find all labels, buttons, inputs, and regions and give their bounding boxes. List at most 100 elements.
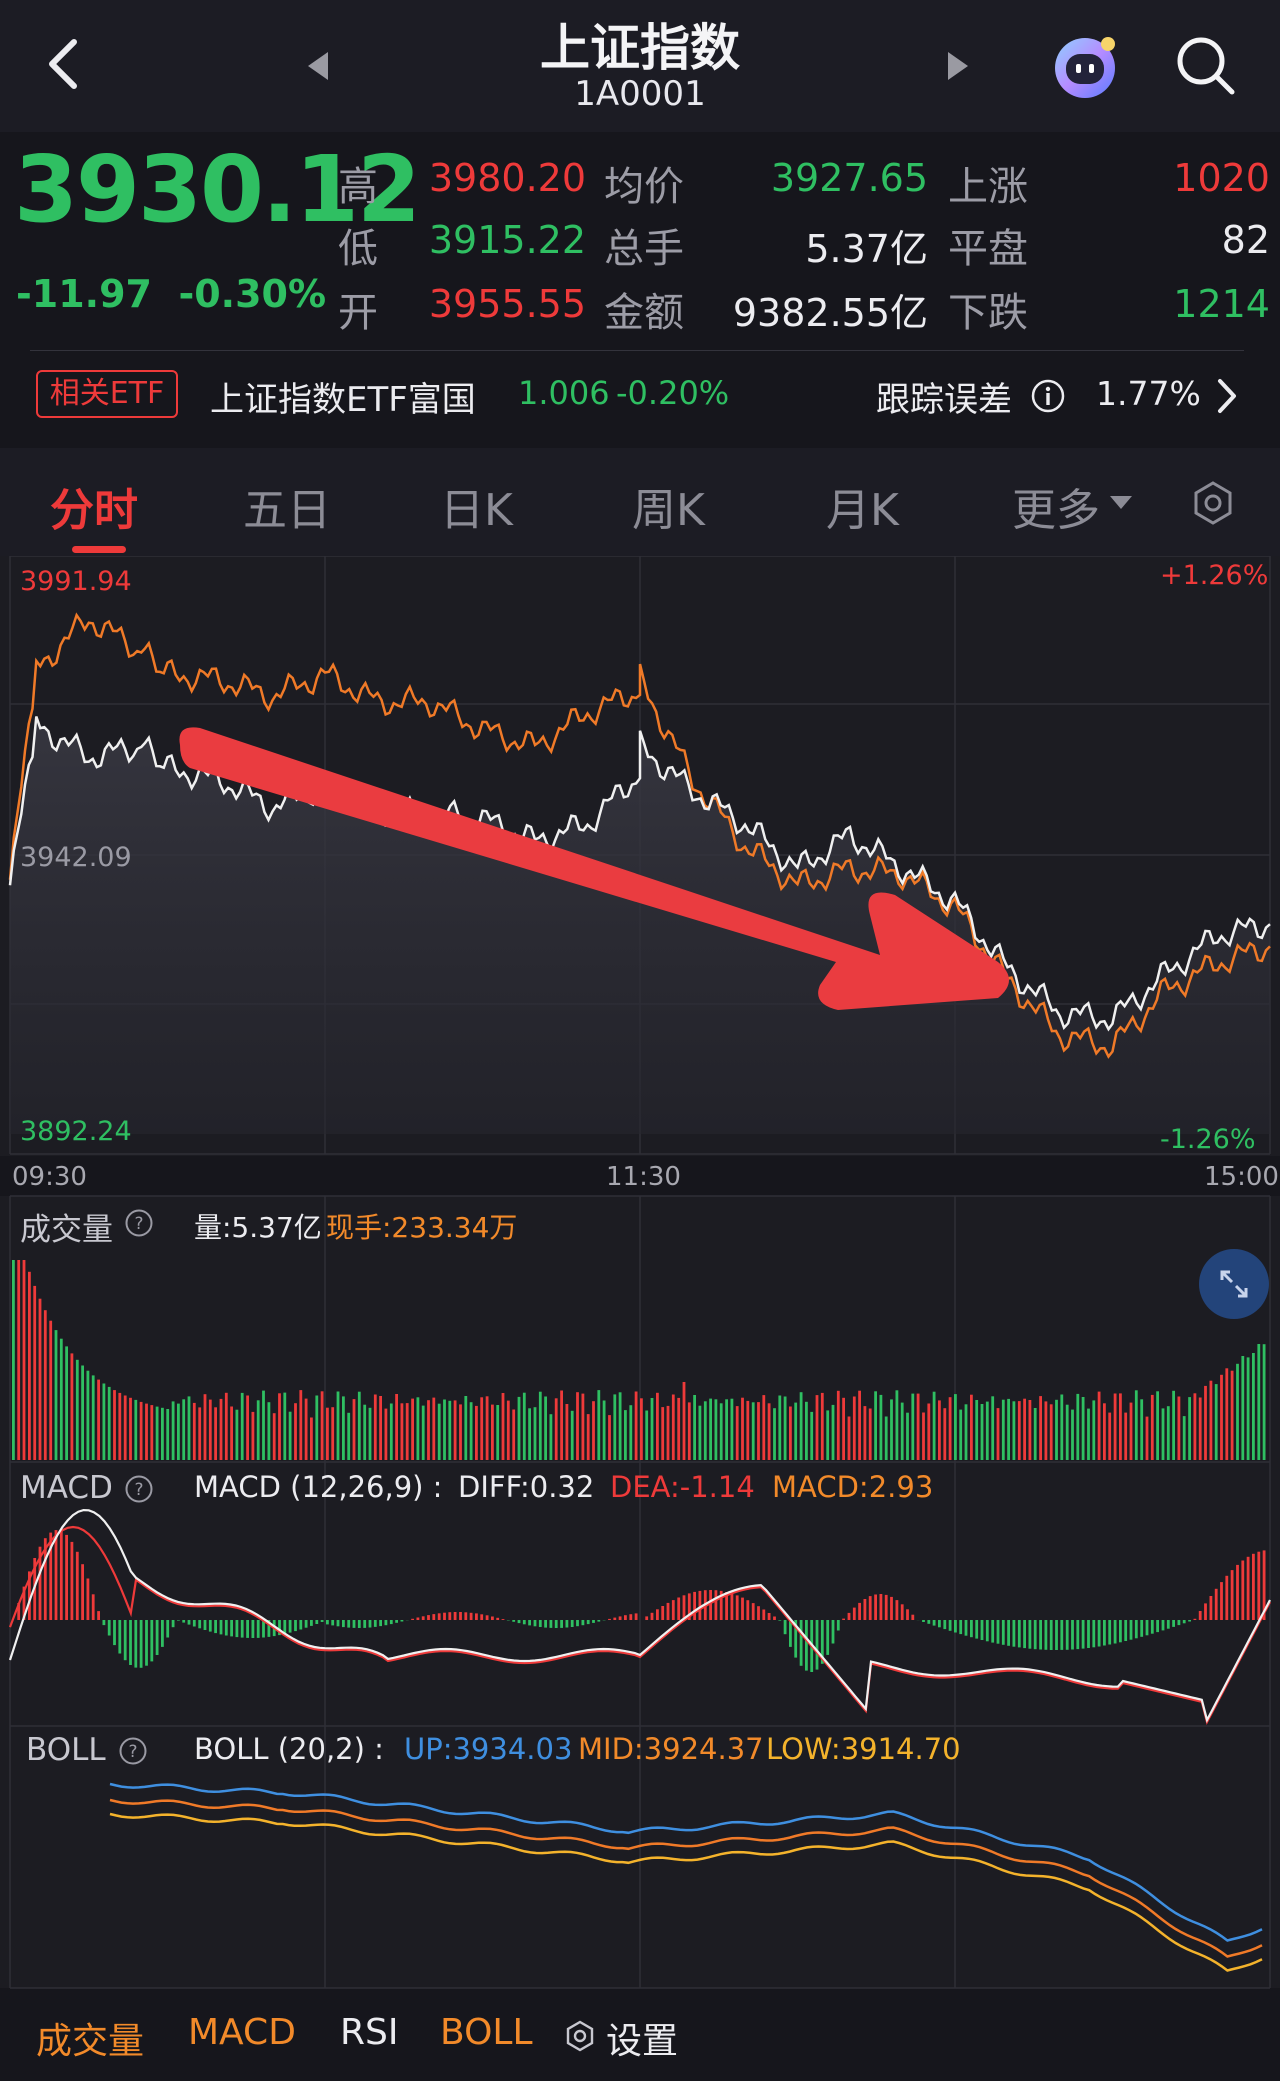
volume-bar	[65, 1346, 68, 1460]
macd-bar	[900, 1604, 904, 1620]
prev-index-arrow-icon[interactable]	[308, 52, 328, 80]
chevron-right-icon[interactable]	[1214, 376, 1240, 416]
pct-high-label: +1.26%	[1160, 560, 1269, 591]
volume-bar	[1252, 1353, 1255, 1460]
macd-bar	[118, 1620, 122, 1654]
volume-bar	[1182, 1416, 1186, 1460]
macd-bar	[326, 1620, 329, 1625]
tab-more[interactable]: 更多	[1012, 474, 1100, 538]
macd-bar	[661, 1606, 665, 1620]
assistant-bot-icon[interactable]	[1050, 32, 1120, 102]
macd-bar	[384, 1620, 388, 1626]
macd-bar	[597, 1620, 601, 1622]
macd-bar	[368, 1620, 372, 1628]
macd-bar	[991, 1620, 995, 1643]
tab-five-day[interactable]: 五日	[243, 474, 331, 538]
volume-bar	[256, 1400, 260, 1460]
footer-settings[interactable]: 设置	[606, 2012, 678, 2064]
volume-bar	[762, 1395, 766, 1460]
help-icon[interactable]: ?	[124, 1474, 154, 1504]
macd-bar	[533, 1620, 537, 1627]
volume-bar	[602, 1400, 606, 1460]
volume-bar	[874, 1391, 877, 1460]
macd-bar	[469, 1612, 473, 1620]
search-icon[interactable]	[1172, 32, 1238, 98]
boll-params: BOLL (20,2) :	[194, 1732, 384, 1766]
macd-bar	[831, 1620, 835, 1644]
volume-bar	[1039, 1396, 1042, 1460]
macd-bar	[773, 1616, 776, 1620]
volume-bar	[240, 1392, 244, 1460]
macd-bar	[240, 1620, 244, 1638]
volume-bar	[911, 1393, 915, 1460]
related-etf-tag: 相关ETF	[36, 370, 178, 418]
macd-bar	[1119, 1620, 1122, 1643]
volume-bar	[1145, 1416, 1149, 1460]
etf-name[interactable]: 上证指数ETF富国	[210, 372, 476, 421]
volume-bar	[475, 1405, 478, 1460]
info-icon[interactable]	[1030, 378, 1066, 414]
macd-bar	[177, 1620, 180, 1621]
volume-bar	[517, 1396, 521, 1460]
volume-bar	[1172, 1390, 1175, 1460]
low-value: 3915.22	[428, 218, 586, 262]
price-change: -11.97 -0.30%	[16, 272, 327, 316]
footer-volume[interactable]: 成交量	[36, 2012, 144, 2064]
volume-bar	[932, 1391, 936, 1460]
volume-bar	[985, 1401, 989, 1460]
volume-bar	[299, 1390, 303, 1460]
macd-bar	[54, 1530, 58, 1620]
volume-bar	[1113, 1393, 1117, 1460]
volume-bar	[182, 1399, 186, 1460]
footer-boll[interactable]: BOLL	[440, 2012, 533, 2053]
macd-bar	[608, 1618, 611, 1620]
volume-bar	[139, 1401, 143, 1460]
macd-bar	[235, 1620, 239, 1638]
more-dropdown-icon[interactable]	[1110, 496, 1132, 509]
footer-rsi[interactable]: RSI	[340, 2012, 398, 2053]
volume-bar	[948, 1397, 952, 1460]
back-icon[interactable]	[40, 34, 84, 94]
intraday-chart[interactable]	[0, 556, 1280, 2012]
macd-bar	[389, 1620, 393, 1625]
macd-bar	[81, 1564, 84, 1620]
tab-intraday[interactable]: 分时	[50, 474, 138, 538]
volume-bar	[533, 1407, 537, 1460]
expand-icon[interactable]	[1198, 1248, 1270, 1320]
volume-bar	[342, 1396, 345, 1460]
flat-label: 平盘	[948, 226, 1028, 272]
svg-text:?: ?	[134, 1480, 143, 1500]
tab-monthly-k[interactable]: 月K	[826, 474, 899, 538]
help-icon[interactable]: ?	[124, 1208, 154, 1238]
volume-bar	[54, 1330, 58, 1460]
volume-bar	[75, 1359, 79, 1460]
macd-bar	[884, 1594, 888, 1620]
tab-daily-k[interactable]: 日K	[440, 474, 513, 538]
volume-bar	[28, 1271, 31, 1460]
help-icon[interactable]: ?	[118, 1736, 148, 1766]
volume-bar	[719, 1403, 723, 1460]
volume-bar	[102, 1383, 106, 1460]
macd-bar	[1103, 1620, 1106, 1646]
volume-bar	[459, 1404, 462, 1460]
volume-bar	[954, 1394, 957, 1460]
next-index-arrow-icon[interactable]	[948, 52, 968, 80]
price-high-label: 3991.94	[20, 566, 132, 597]
volume-bar	[235, 1409, 239, 1460]
macd-bar	[538, 1620, 542, 1627]
macd-bar	[565, 1620, 569, 1628]
tab-weekly-k[interactable]: 周K	[632, 474, 705, 538]
settings-icon[interactable]	[564, 2020, 596, 2052]
volume-bar	[59, 1338, 63, 1460]
chart-settings-icon[interactable]	[1190, 480, 1236, 526]
volume-bar	[1177, 1396, 1181, 1460]
macd-bar	[198, 1620, 202, 1629]
macd-bar	[1230, 1570, 1234, 1620]
footer-macd[interactable]: MACD	[188, 2012, 296, 2053]
volume-bar	[320, 1391, 324, 1460]
volume-bar	[1161, 1408, 1165, 1460]
falling-count: 1214	[1173, 282, 1270, 326]
volume-bar	[1156, 1391, 1159, 1460]
volume-current: 现手:233.34万	[326, 1211, 518, 1244]
volume-bar	[725, 1399, 728, 1460]
